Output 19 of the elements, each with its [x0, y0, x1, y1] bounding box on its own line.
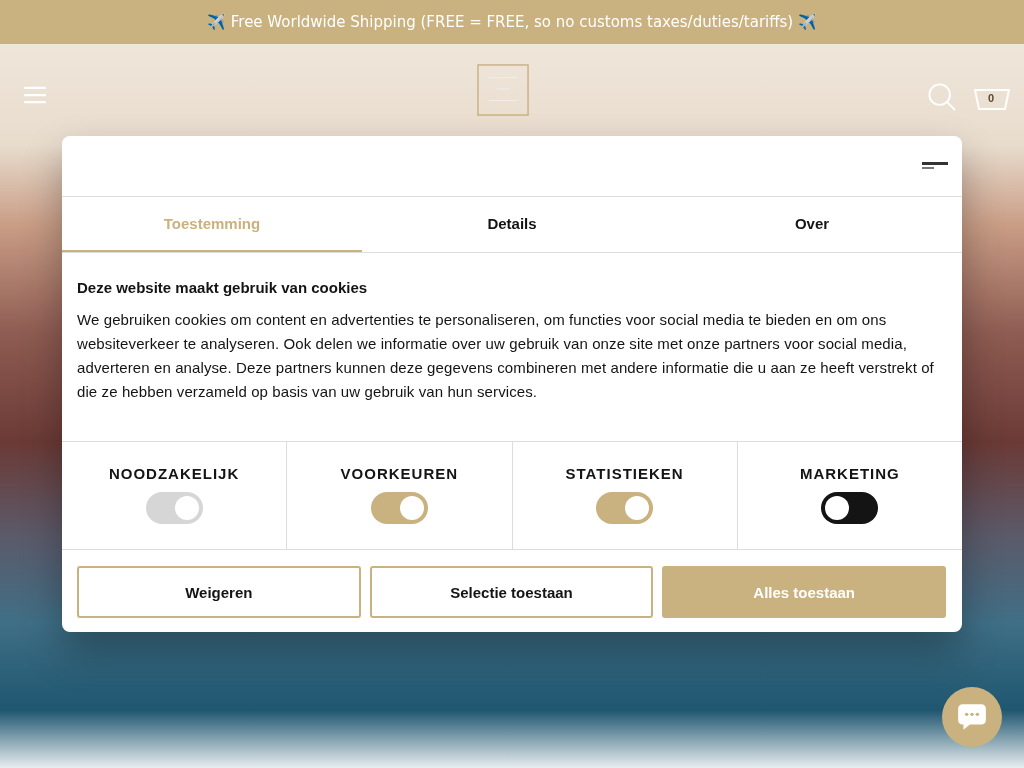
menu-icon[interactable] — [23, 86, 47, 104]
category-label: NOODZAKELIJK — [108, 465, 240, 482]
tab[interactable]: Details — [362, 197, 662, 252]
tab[interactable]: Over — [662, 197, 962, 252]
toggle-switch[interactable] — [596, 492, 654, 524]
dialog-description: We gebruiken cookies om content en advertenties te personaliseren, om functies voor social media te bieden en om ons websiteverkeer te analyseren. Ook delen we informatie over uw gebruik van onze site met onze partners voor social media, adverteren en analyse. Deze partners kunnen deze gegevens combineren met andere informatie die u aan ze heeft verstrekt of die ze hebben verzameld op basis van uw gebruik van hun services. — [77, 310, 935, 402]
category-label: STATISTIEKEN — [565, 465, 684, 482]
consent-button[interactable]: Weigeren — [77, 566, 361, 618]
dialog-heading: Deze website maakt gebruik van cookies — [77, 279, 369, 296]
category-label: MARKETING — [799, 465, 900, 482]
cookie-logo-icon — [922, 162, 948, 170]
category-label: VOORKEUREN — [340, 465, 459, 482]
toggle-switch[interactable] — [821, 492, 879, 524]
announcement-text: ✈ Free Worldwide Shipping (FREE = FREE, so no customs taxes/duties/tariffs) ✈ — [207, 13, 817, 31]
logo-icon[interactable] — [477, 64, 529, 116]
toggle-switch[interactable] — [370, 492, 428, 524]
consent-button[interactable]: Selectie toestaan — [369, 566, 654, 618]
search-icon[interactable] — [928, 83, 956, 111]
chat-bubble-icon — [956, 701, 988, 733]
